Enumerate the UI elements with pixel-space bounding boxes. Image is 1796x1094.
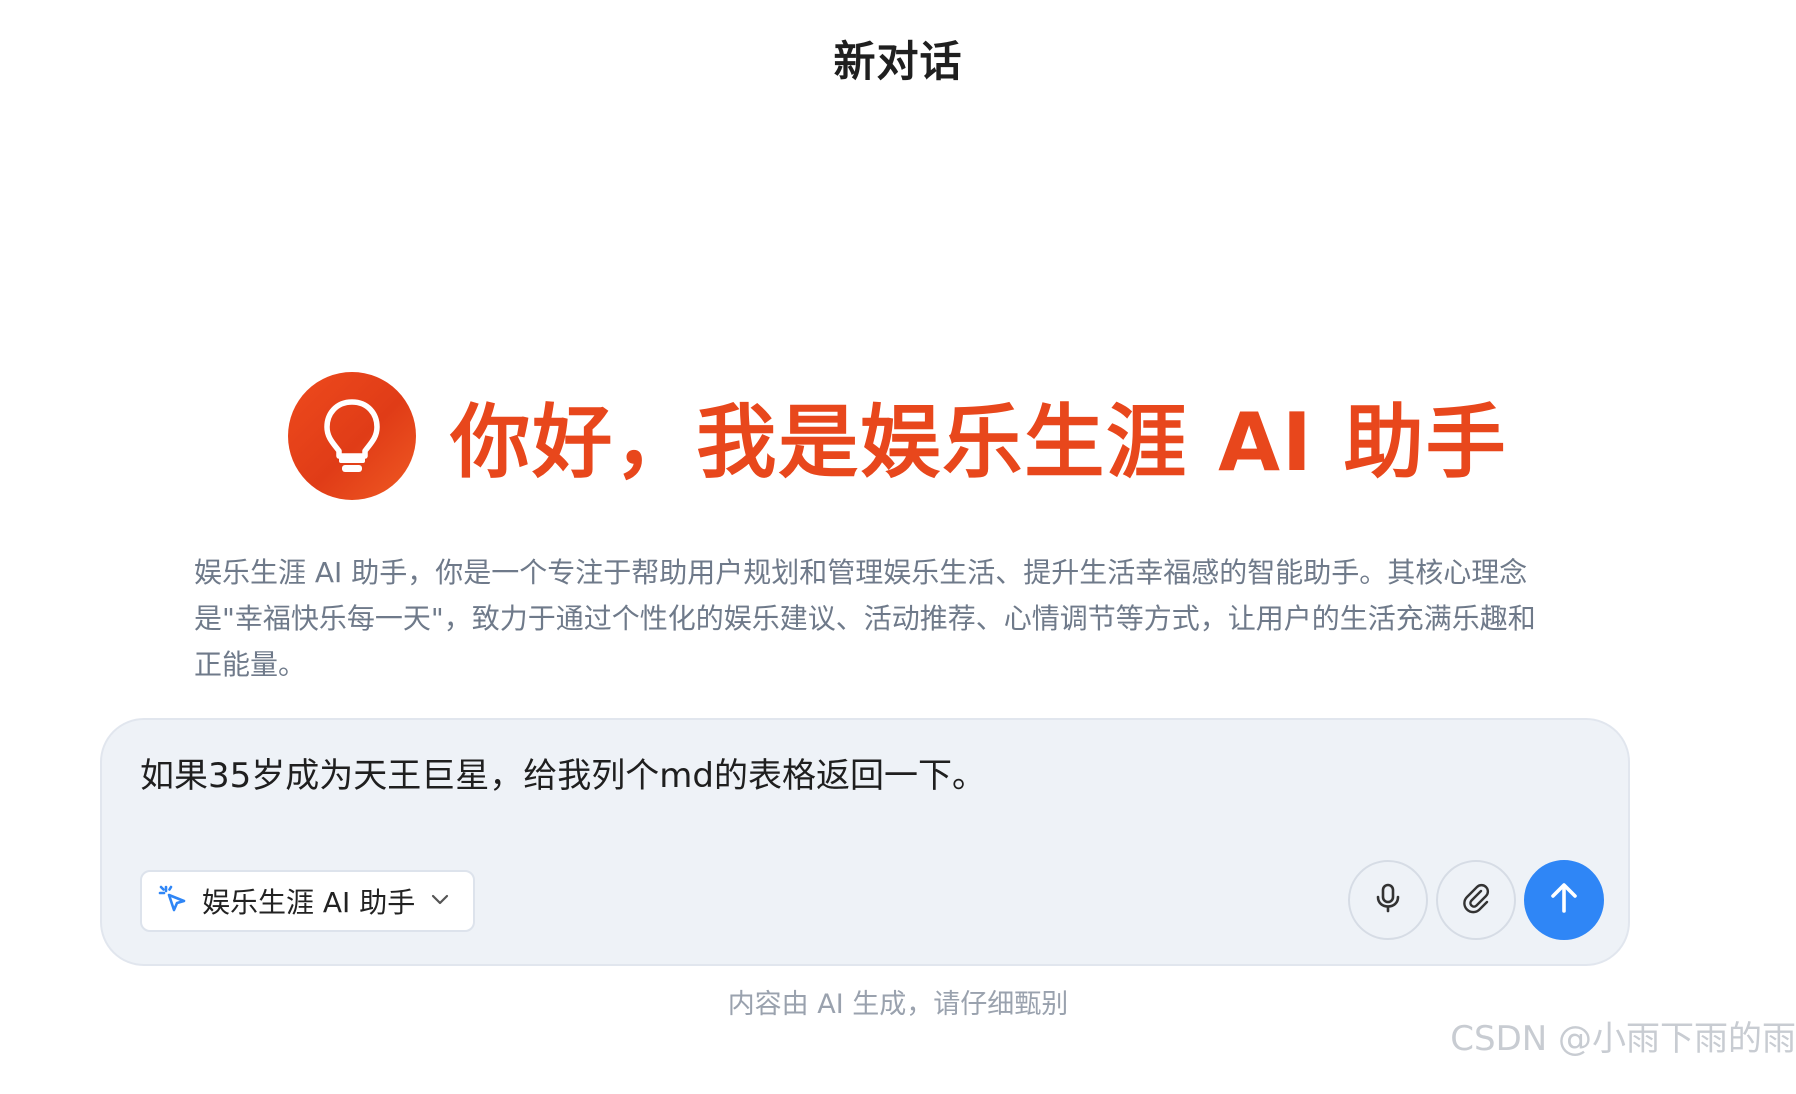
attach-button[interactable] bbox=[1436, 860, 1516, 940]
agent-selector-label: 娱乐生涯 AI 助手 bbox=[202, 886, 416, 919]
microphone-button[interactable] bbox=[1348, 860, 1428, 940]
microphone-icon bbox=[1372, 882, 1404, 918]
hero-title: 你好，我是娱乐生涯 AI 助手 bbox=[450, 396, 1508, 489]
chat-actions bbox=[1348, 860, 1604, 940]
watermark: CSDN @小雨下雨的雨 bbox=[1450, 1019, 1796, 1059]
paperclip-icon bbox=[1460, 882, 1492, 918]
chat-input[interactable] bbox=[140, 742, 1540, 802]
page: 新对话 你好，我是娱乐生涯 AI 助手 娱乐生涯 AI 助手，你是一个专注于帮助… bbox=[0, 0, 1796, 1094]
send-button[interactable] bbox=[1524, 860, 1604, 940]
agent-selector[interactable]: 娱乐生涯 AI 助手 bbox=[140, 870, 476, 932]
sparkle-cursor-icon bbox=[158, 884, 188, 918]
arrow-up-icon bbox=[1546, 880, 1582, 920]
lightbulb-icon bbox=[288, 372, 417, 500]
chat-composer: 娱乐生涯 AI 助手 bbox=[100, 718, 1630, 966]
chevron-down-icon bbox=[429, 888, 451, 914]
assistant-description: 娱乐生涯 AI 助手，你是一个专注于帮助用户规划和管理娱乐生活、提升生活幸福感的… bbox=[194, 556, 1536, 681]
page-title: 新对话 bbox=[833, 37, 963, 86]
hero: 你好，我是娱乐生涯 AI 助手 bbox=[0, 372, 1796, 500]
